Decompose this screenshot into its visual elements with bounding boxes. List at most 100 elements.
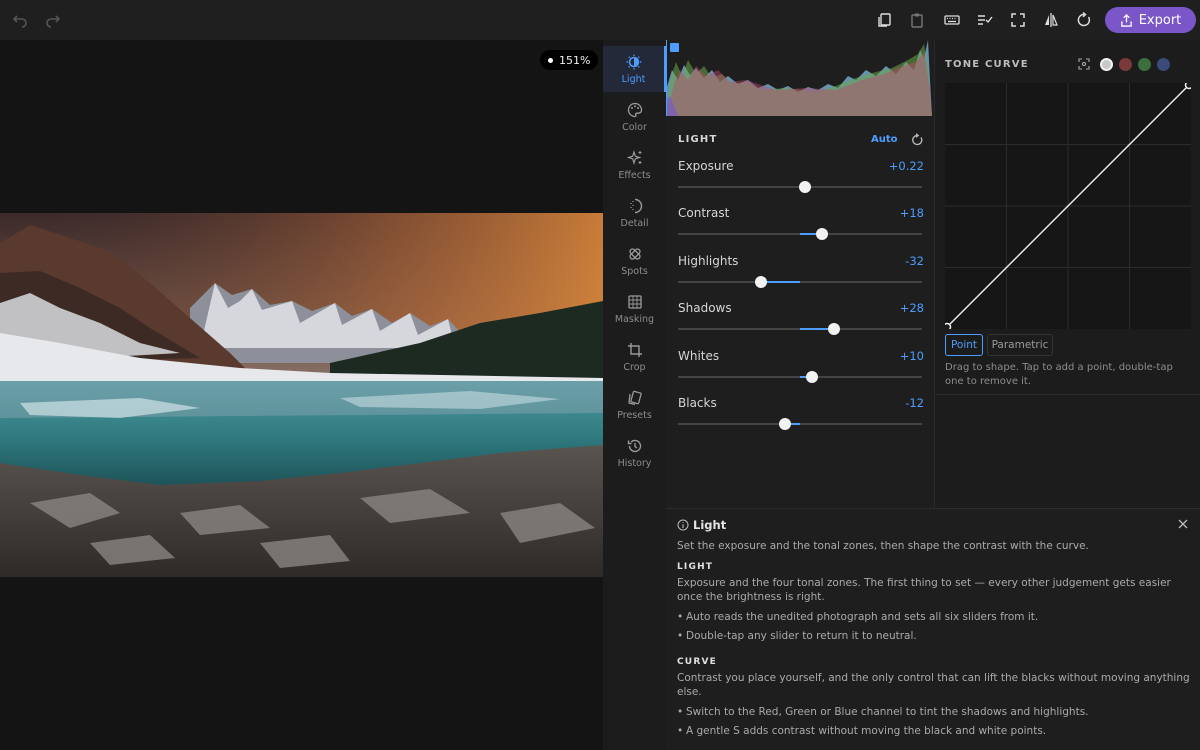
export-button[interactable]: Export <box>1105 7 1196 33</box>
slider-value: +10 <box>899 349 924 363</box>
slider-label: Highlights <box>678 254 739 268</box>
help-panel: Light Set the exposure and the tonal zon… <box>666 508 1200 750</box>
info-icon <box>677 519 689 531</box>
curve-point-white <box>1184 83 1191 90</box>
slider-label: Contrast <box>678 206 730 220</box>
rail-item-light[interactable]: Light <box>603 46 666 92</box>
rail-label: Crop <box>623 361 646 373</box>
help-heading-light: LIGHT <box>677 562 714 572</box>
rail-item-detail[interactable]: Detail <box>603 190 666 236</box>
zoom-indicator[interactable]: 151% <box>540 50 599 70</box>
whites-slider[interactable]: Whites +10 <box>678 349 924 385</box>
help-bullet: Double-tap any slider to return it to ne… <box>677 629 1200 643</box>
parametric-mode-button[interactable]: Parametric <box>987 334 1053 356</box>
help-title: Light <box>693 518 727 532</box>
rail-label: History <box>617 457 652 469</box>
tone-curve-panel: TONE CURVE Point Parametric Drag to shap… <box>934 40 1200 508</box>
light-panel: LIGHT Auto Exposure +0.22 Contrast +18 Highl… <box>666 40 934 508</box>
help-heading-curve: CURVE <box>677 657 717 667</box>
help-curve-text: Contrast you place yourself, and the onl… <box>677 672 1190 698</box>
sparkle-icon <box>626 149 642 165</box>
rail-label: Masking <box>614 313 655 325</box>
rail-item-presets[interactable]: Presets <box>603 382 666 428</box>
slider-label: Whites <box>678 349 720 363</box>
curve-title: TONE CURVE <box>945 59 1029 70</box>
bandage-icon <box>628 247 641 260</box>
target-adjust-icon[interactable] <box>1078 58 1090 70</box>
redo-icon[interactable] <box>41 8 65 32</box>
help-bullet: A gentle S adds contrast without moving … <box>677 724 1200 738</box>
help-light-text: Exposure and the four tonal zones. The f… <box>677 577 1171 603</box>
light-section-header: LIGHT Auto <box>678 133 924 149</box>
image-canvas[interactable]: 151% <box>0 40 603 750</box>
auto-button[interactable]: Auto <box>871 134 898 145</box>
rail-item-history[interactable]: History <box>603 430 666 476</box>
slider-value: +18 <box>899 206 924 220</box>
zoom-level: 151% <box>559 53 591 67</box>
checklist-icon[interactable] <box>973 8 997 32</box>
rail-item-crop[interactable]: Crop <box>603 334 666 380</box>
slider-thumb[interactable] <box>779 418 792 430</box>
curve-graph[interactable] <box>945 83 1191 329</box>
keyboard-icon[interactable] <box>940 8 964 32</box>
contrast-slider[interactable]: Contrast +18 <box>678 206 924 242</box>
section-title: LIGHT <box>678 134 718 145</box>
slider-thumb[interactable] <box>828 323 841 335</box>
close-icon[interactable] <box>1176 517 1190 531</box>
reset-icon[interactable] <box>1072 8 1096 32</box>
masking-icon <box>627 294 642 309</box>
export-label: Export <box>1138 12 1182 28</box>
slider-thumb[interactable] <box>754 276 767 288</box>
detail-icon <box>629 198 642 213</box>
blacks-slider[interactable]: Blacks -12 <box>678 396 924 432</box>
slider-value: +28 <box>899 301 924 315</box>
share-icon <box>1120 13 1132 27</box>
compare-icon[interactable] <box>1039 8 1063 32</box>
crop-icon <box>627 342 642 357</box>
channel-blue[interactable] <box>1157 58 1170 71</box>
slider-track[interactable] <box>678 281 922 283</box>
shadow-clip-indicator <box>670 43 679 52</box>
shadows-slider[interactable]: Shadows +28 <box>678 301 924 337</box>
help-intro: Set the exposure and the tonal zones, th… <box>677 540 1089 552</box>
undo-icon[interactable] <box>8 8 32 32</box>
rail-label: Light <box>621 73 646 85</box>
slider-value: -12 <box>905 396 924 410</box>
fullscreen-icon[interactable] <box>1006 8 1030 32</box>
slider-value: +0.22 <box>888 159 924 173</box>
slider-track[interactable] <box>678 423 922 425</box>
slider-label: Blacks <box>678 396 717 410</box>
point-mode-button[interactable]: Point <box>945 334 983 356</box>
reset-light-icon[interactable] <box>910 133 924 147</box>
rail-label: Effects <box>618 169 651 181</box>
channel-rgb[interactable] <box>1100 58 1113 71</box>
photo-preview <box>0 213 603 577</box>
curve-hint: Drag to shape. Tap to add a point, doubl… <box>945 362 1173 387</box>
presets-icon <box>627 390 642 405</box>
rail-label: Spots <box>621 265 648 277</box>
paste-icon[interactable] <box>905 8 929 32</box>
exposure-slider[interactable]: Exposure +0.22 <box>678 159 924 195</box>
zoom-dot-icon <box>548 57 553 63</box>
highlights-slider[interactable]: Highlights -32 <box>678 254 924 290</box>
palette-icon <box>627 102 642 117</box>
slider-label: Exposure <box>678 159 734 173</box>
slider-thumb[interactable] <box>806 371 819 383</box>
rail-item-color[interactable]: Color <box>603 94 666 140</box>
slider-thumb[interactable] <box>799 181 812 193</box>
rail-label: Color <box>622 121 647 133</box>
rail-label: Presets <box>617 409 652 421</box>
rail-item-effects[interactable]: Effects <box>603 142 666 188</box>
slider-value: -32 <box>905 254 924 268</box>
slider-label: Shadows <box>678 301 732 315</box>
history-icon <box>627 439 641 452</box>
help-bullet: Switch to the Red, Green or Blue channel… <box>677 705 1200 719</box>
channel-red[interactable] <box>1119 58 1132 71</box>
channel-green[interactable] <box>1138 58 1151 71</box>
rail-item-spots[interactable]: Spots <box>603 238 666 284</box>
rail-item-masking[interactable]: Masking <box>603 286 666 332</box>
top-toolbar: Export <box>0 0 1200 40</box>
copy-icon[interactable] <box>872 8 896 32</box>
slider-thumb[interactable] <box>815 228 828 240</box>
light-icon <box>626 54 641 69</box>
